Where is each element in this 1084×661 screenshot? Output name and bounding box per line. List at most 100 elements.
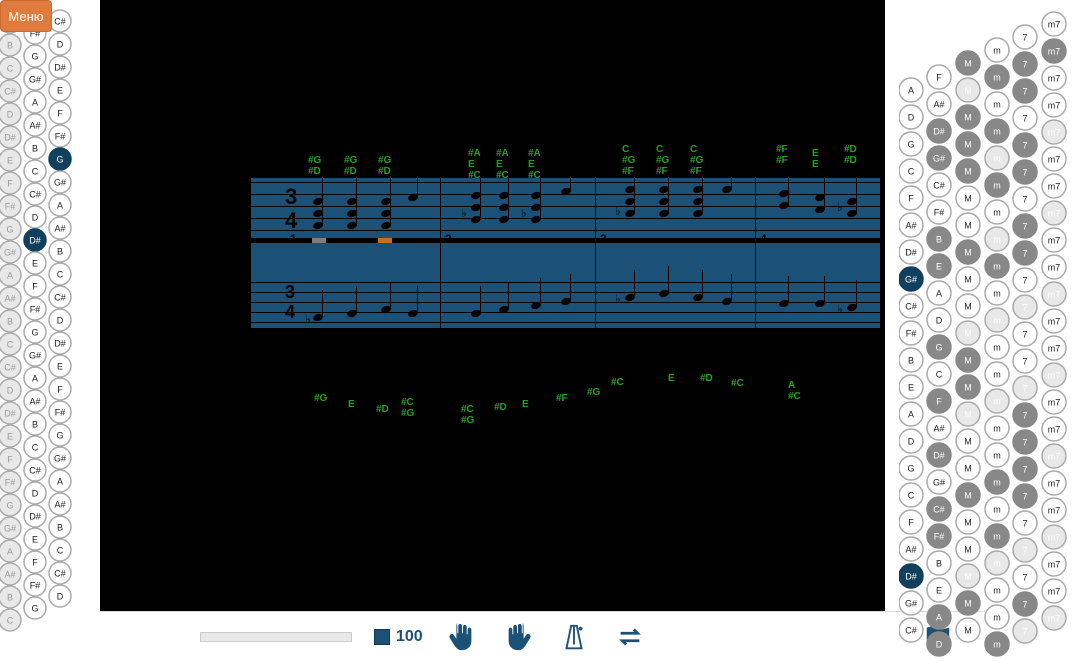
treble-time-top: 3	[285, 184, 297, 210]
bass-note-stem	[856, 280, 857, 306]
right-key-label: M	[964, 85, 972, 95]
left-key-label: F#	[5, 477, 16, 487]
right-key-label: m7	[1048, 478, 1061, 488]
treble-annotation: #G#D	[344, 155, 357, 177]
left-hand-button[interactable]	[445, 620, 479, 654]
left-key-label: B	[32, 419, 38, 429]
right-hand-button[interactable]	[501, 620, 535, 654]
right-key-label: M	[964, 193, 972, 203]
right-key-label: 7	[1022, 329, 1027, 339]
tempo-value: 100	[396, 628, 423, 646]
treble-line	[250, 218, 880, 219]
left-key-label: C	[7, 339, 14, 349]
right-key-label: m	[993, 234, 1001, 244]
right-key-label: 7	[1022, 491, 1027, 501]
left-key-label: D	[57, 315, 64, 325]
left-key-label: E	[7, 155, 13, 165]
note-stem	[570, 166, 571, 192]
note-flag	[100, 121, 108, 133]
flat-accidental: ♭	[615, 204, 621, 218]
barline-4	[880, 178, 881, 328]
right-key-label: A	[936, 288, 942, 298]
bass-annotation: E	[522, 399, 529, 410]
right-key-label: F#	[906, 328, 917, 338]
right-key-label: M	[964, 139, 972, 149]
bass-line	[250, 282, 880, 283]
bass-annotation: #D	[494, 402, 507, 413]
progress-bar[interactable]	[200, 632, 352, 642]
left-key-label: D	[32, 212, 39, 222]
right-key-label: G#	[905, 598, 917, 608]
right-key-label: m7	[1048, 127, 1061, 137]
left-key-label: C	[57, 269, 64, 279]
right-key-label: F	[908, 517, 914, 527]
right-key-label: M	[964, 355, 972, 365]
barline-1	[440, 178, 441, 328]
left-key-label: C#	[54, 568, 66, 578]
left-key-label: E	[32, 534, 38, 544]
left-key-label: E	[7, 431, 13, 441]
right-key-label: E	[936, 585, 942, 595]
left-key-label: F#	[55, 407, 66, 417]
right-key-label: 7	[1022, 464, 1027, 474]
right-key-label: 7	[1022, 86, 1027, 96]
right-key-label: m7	[1048, 208, 1061, 218]
right-key-label: C	[936, 369, 943, 379]
right-keyboard-svg[interactable]: ADGCFA#D#G#C#F#BEADGCFA#D#G#C#FA#D#G#C#F…	[899, 0, 1084, 661]
left-key-label: B	[7, 592, 13, 602]
metronome-button[interactable]	[557, 620, 591, 654]
right-key-label: 7	[1022, 626, 1027, 636]
left-keyboard-svg[interactable]: A#BCC#DD#EFF#GG#AA#BCC#DD#EFF#GG#AA#BCFF…	[0, 0, 100, 660]
right-key-label: M	[964, 328, 972, 338]
score-area: 𝄞𝄢34341234#G#D#G#D#G#D#AE#C#AE#C#AE#CC#G…	[100, 0, 868, 611]
menu-button[interactable]: Меню	[0, 0, 52, 32]
right-key-label: F#	[934, 531, 945, 541]
right-key-label: F	[936, 72, 942, 82]
treble-line	[250, 230, 880, 231]
right-key-label: m	[993, 342, 1001, 352]
score-scroll[interactable]: 𝄞𝄢34341234#G#D#G#D#G#D#AE#C#AE#C#AE#CC#G…	[100, 0, 885, 611]
right-key-label: m	[993, 207, 1001, 217]
right-key-label: 7	[1022, 221, 1027, 231]
note-stem	[540, 170, 541, 220]
right-key-label: m	[993, 504, 1001, 514]
note-flag	[100, 241, 108, 253]
right-key-label: m7	[1048, 532, 1061, 542]
right-key-label: m	[993, 477, 1001, 487]
right-key-label: M	[964, 517, 972, 527]
note-stem	[824, 172, 825, 210]
bass-annotation: #G	[314, 393, 327, 404]
right-key-label: m7	[1048, 19, 1061, 29]
note-stem	[702, 164, 703, 214]
right-key-label: A#	[905, 220, 916, 230]
left-key-label: C	[57, 545, 64, 555]
left-key-label: D#	[54, 338, 66, 348]
right-key-label: m	[993, 639, 1001, 649]
right-key-label: m	[993, 99, 1001, 109]
measure-number: 2	[445, 232, 452, 246]
left-key-label: F	[7, 178, 13, 188]
tempo-indicator[interactable]: 100	[374, 628, 423, 646]
bass-annotation: #C	[731, 378, 744, 389]
left-key-label: G#	[54, 453, 66, 463]
left-key-label: B	[57, 246, 63, 256]
right-key-label: B	[936, 234, 942, 244]
right-key-label: m7	[1048, 235, 1061, 245]
right-key-label: M	[964, 544, 972, 554]
right-key-label: m	[993, 153, 1001, 163]
loop-button[interactable]	[613, 620, 647, 654]
left-key-label: D#	[29, 235, 41, 245]
bass-annotation: #D	[376, 404, 389, 415]
right-key-label: M	[964, 571, 972, 581]
right-key-label: m	[993, 558, 1001, 568]
barline-3	[755, 178, 756, 328]
left-key-label: G	[56, 430, 63, 440]
right-key-label: m	[993, 585, 1001, 595]
bass-line	[250, 312, 880, 313]
left-key-label: B	[32, 143, 38, 153]
right-key-label: m	[993, 531, 1001, 541]
note-stem	[390, 176, 391, 226]
note-stem	[356, 176, 357, 226]
right-key-label: 7	[1022, 356, 1027, 366]
bass-annotation: E	[348, 399, 355, 410]
